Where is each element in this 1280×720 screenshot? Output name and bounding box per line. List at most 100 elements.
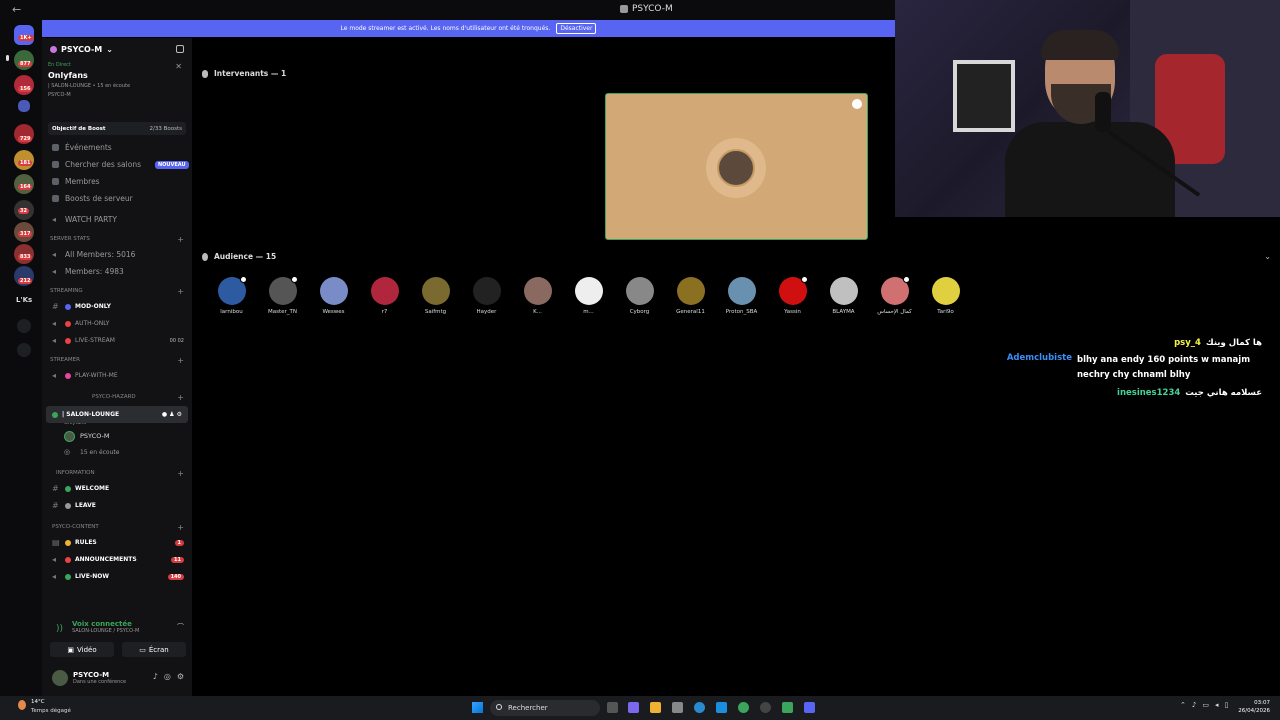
chevron-down-icon[interactable]: ⌄ <box>1264 252 1271 261</box>
channel-live-now[interactable]: ◂ LIVE-NOW 140 <box>42 568 192 585</box>
channel-leave[interactable]: # LEAVE <box>42 497 192 514</box>
battery-icon[interactable]: ▯ <box>1224 701 1228 709</box>
server-icon[interactable] <box>14 50 34 70</box>
category-streamer[interactable]: STREAMER + <box>42 353 192 367</box>
audience-member[interactable]: BLAYMA <box>818 277 869 315</box>
listeners-count[interactable]: ◎ 15 en écoute <box>42 444 192 460</box>
server-header[interactable]: PSYCO-M ⌄ <box>42 38 192 60</box>
server-rail: 1K+ 877 156 729 181 164 32 317 833 212 L… <box>0 20 42 696</box>
channel-rules[interactable]: ▤ RULES 1 <box>42 534 192 551</box>
channel-stat[interactable]: ◂ Members: 4983 <box>42 263 192 280</box>
clock[interactable]: 03:07 26/04/2026 <box>1238 699 1270 715</box>
audience-member[interactable]: Master_TN <box>257 276 308 315</box>
microphone-icon[interactable]: ♪ <box>153 672 158 681</box>
channel-emoji-icon <box>65 303 71 310</box>
menu-server-boosts[interactable]: Boosts de serveur <box>42 190 192 207</box>
video-button[interactable]: ▣ Vidéo <box>50 642 114 657</box>
channel-mod-only[interactable]: # MOD-ONLY <box>42 298 192 315</box>
channel-auth-only[interactable]: ◂ AUTH-ONLY <box>42 315 192 332</box>
discover-icon[interactable] <box>17 343 31 357</box>
channel-live-stream[interactable]: ◂ LIVE-STREAM 00 02 <box>42 332 192 349</box>
headphones-icon[interactable]: ◎ <box>164 672 171 681</box>
speaker-tile[interactable] <box>605 93 868 240</box>
menu-browse-channels[interactable]: Chercher des salons NOUVEAU <box>42 156 192 173</box>
channel-welcome[interactable]: # WELCOME <box>42 480 192 497</box>
add-server-icon[interactable] <box>17 319 31 333</box>
channel-announcements[interactable]: ◂ ANNOUNCEMENTS 11 <box>42 551 192 568</box>
channel-label: MOD-ONLY <box>75 303 112 310</box>
audience-member[interactable]: Proton_SBA <box>716 277 767 315</box>
volume-icon[interactable]: ◂ <box>1215 701 1219 709</box>
discord-icon[interactable] <box>804 702 815 713</box>
plus-icon[interactable]: + <box>177 393 184 402</box>
category-psyco-content[interactable]: PSYCO-CONTENT + <box>42 520 192 534</box>
store-icon[interactable] <box>672 702 683 713</box>
audience-member[interactable]: Weswes <box>308 277 359 315</box>
audience-member[interactable]: Cyborg <box>614 277 665 315</box>
audience-name: Yassin <box>784 309 801 315</box>
avatar <box>472 277 501 305</box>
plus-icon[interactable]: + <box>177 469 184 478</box>
app-icon[interactable] <box>760 702 771 713</box>
category-psyco-hazard[interactable]: PSYCO-HAZARD + <box>42 390 192 404</box>
audience-member[interactable]: larnibou <box>206 276 257 315</box>
disable-button[interactable]: Désactiver <box>556 23 597 34</box>
menu-events[interactable]: Événements <box>42 139 192 156</box>
audience-member[interactable]: Yassin <box>767 276 818 315</box>
plus-icon[interactable]: + <box>177 523 184 532</box>
server-icon[interactable] <box>14 75 34 95</box>
boost-goal[interactable]: Objectif de Boost 2/33 Boosts <box>48 122 186 135</box>
rules-icon: ▤ <box>52 538 60 547</box>
audience-member[interactable]: m... <box>563 277 614 315</box>
plus-icon[interactable]: + <box>177 356 184 365</box>
category-information[interactable]: INFORMATION + <box>42 466 192 480</box>
category-server-stats[interactable]: SERVER STATS + <box>42 232 192 246</box>
network-icon[interactable]: ▭ <box>1202 701 1209 709</box>
channel-stat[interactable]: ◂ All Members: 5016 <box>42 246 192 263</box>
invite-icon[interactable] <box>176 45 184 53</box>
edge-icon[interactable] <box>694 702 705 713</box>
audience-member[interactable]: K... <box>512 277 563 315</box>
close-icon[interactable]: ✕ <box>175 62 182 71</box>
audience-member[interactable]: Saifmtg <box>410 277 461 315</box>
gear-icon[interactable]: ⚙ <box>177 672 184 681</box>
signal-icon[interactable]: )) <box>56 624 63 634</box>
task-view-icon[interactable] <box>607 702 618 713</box>
plus-icon[interactable]: + <box>177 287 184 296</box>
voice-connected-path[interactable]: SALON-LOUNGE / PSYCO-M <box>48 628 188 634</box>
audience-member[interactable]: General11 <box>665 277 716 315</box>
chevron-up-icon[interactable]: ⌃ <box>1180 701 1186 709</box>
channel-play-with-me[interactable]: ◂ PLAY-WITH-ME <box>42 367 192 384</box>
live-channel[interactable]: Onlyfans <box>48 71 186 80</box>
chrome-icon[interactable] <box>738 702 749 713</box>
channel-actions-icon[interactable]: ● ♟ ⚙ <box>162 411 182 418</box>
app-icon[interactable] <box>782 702 793 713</box>
channel-watch-party[interactable]: ◂ WATCH PARTY <box>42 211 192 228</box>
mail-icon[interactable] <box>716 702 727 713</box>
channel-salon-lounge[interactable]: | SALON-LOUNGE ● ♟ ⚙ <box>46 406 188 423</box>
windows-start-icon[interactable] <box>472 702 483 713</box>
audience-member[interactable]: كمال الإحساس <box>869 276 920 315</box>
audience-member[interactable]: Hayder <box>461 277 512 315</box>
channel-label: RULES <box>75 539 97 546</box>
folder-icon[interactable] <box>18 100 30 112</box>
plus-icon[interactable]: + <box>177 235 184 244</box>
audience-member[interactable]: Tari9o <box>920 277 971 315</box>
file-explorer-icon[interactable] <box>650 702 661 713</box>
category-label: PSYCO-HAZARD <box>92 394 136 400</box>
taskbar-search[interactable]: Rechercher <box>490 700 600 716</box>
back-arrow-icon[interactable]: ← <box>12 3 21 16</box>
channel-emoji-icon <box>65 573 71 580</box>
menu-members[interactable]: Membres <box>42 173 192 190</box>
teams-icon[interactable] <box>628 702 639 713</box>
screen-share-button[interactable]: ▭ Écran <box>122 642 186 657</box>
disconnect-icon[interactable]: ⌒ <box>177 622 184 632</box>
avatar[interactable] <box>52 670 68 686</box>
server-label[interactable]: L'Ks <box>16 296 32 304</box>
category-streaming[interactable]: STREAMING + <box>42 284 192 298</box>
voice-user[interactable]: PSYCO-M <box>42 428 192 444</box>
audience-member[interactable]: r7 <box>359 277 410 315</box>
megaphone-icon: ◂ <box>52 572 57 581</box>
microphone-icon[interactable]: ♪ <box>1192 701 1196 709</box>
moderator-shield-icon <box>290 276 298 283</box>
